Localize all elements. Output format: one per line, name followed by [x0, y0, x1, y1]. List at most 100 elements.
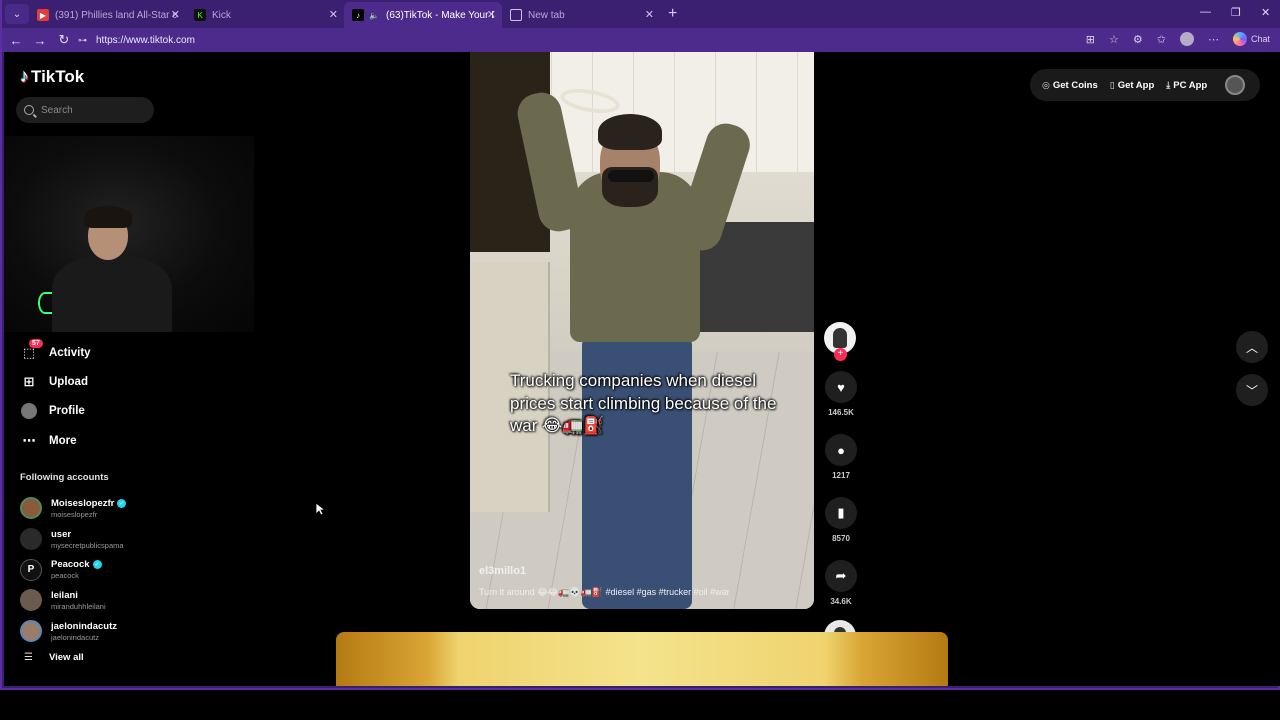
account-handle: mysecretpublicspama: [51, 540, 124, 550]
tiktok-note-icon: ♪: [20, 66, 29, 86]
close-icon[interactable]: ✕: [487, 8, 496, 21]
list-item[interactable]: user mysecretpublicspama: [20, 524, 126, 555]
like-count: 146.5K: [828, 408, 854, 417]
new-tab-button[interactable]: +: [668, 5, 677, 23]
youtube-icon: ▶: [37, 9, 49, 21]
video-description[interactable]: Turn it around 😂😂🚛💀🚛⛽ #diesel #gas #truc…: [479, 587, 730, 598]
list-item[interactable]: P Peacock ✓ peacock: [20, 554, 126, 585]
speaker-icon[interactable]: 🔈: [368, 9, 380, 21]
author-figure-icon: [833, 328, 847, 348]
refresh-icon[interactable]: ↻: [52, 32, 76, 48]
heart-icon[interactable]: ♥: [825, 371, 857, 403]
more-icon[interactable]: ⋯: [1208, 33, 1219, 46]
tiktok-page: ♪ TikTok Search ⬚ 57 Activity ⊞ Upload P…: [4, 52, 1280, 686]
comment-icon[interactable]: ●: [825, 434, 857, 466]
bookmark-icon[interactable]: ▮: [825, 497, 857, 529]
favorites-icon[interactable]: ✩: [1157, 33, 1166, 46]
url-field[interactable]: ⊶ https://www.tiktok.com: [78, 31, 1088, 49]
sidebar-item-upload[interactable]: ⊞ Upload: [20, 367, 91, 396]
like-action[interactable]: ♥ 146.5K: [824, 371, 858, 417]
get-coins-button[interactable]: ◎ Get Coins: [1042, 80, 1098, 91]
author-avatar[interactable]: +: [824, 322, 856, 361]
tab-title: New tab: [528, 9, 565, 21]
webcam-person-body: [52, 256, 172, 332]
avatar: [20, 528, 42, 551]
logo-text: TikTok: [31, 66, 85, 86]
webcam-overlay: [4, 136, 254, 332]
avatar[interactable]: [1225, 75, 1246, 95]
chevron-up-icon: ︿: [1245, 340, 1258, 355]
reader-icon[interactable]: ⊞: [1086, 33, 1095, 46]
view-all-button[interactable]: ☰ View all: [24, 652, 84, 663]
save-count: 8570: [832, 534, 850, 543]
list-item[interactable]: Moiseslopezfr ✓ moiseslopezfr: [20, 493, 127, 524]
notification-badge: 57: [29, 338, 43, 348]
account-handle: miranduhhleilani: [51, 601, 106, 611]
close-icon[interactable]: ✕: [171, 8, 180, 21]
account-name: user: [51, 528, 72, 540]
search-input[interactable]: Search: [16, 97, 154, 123]
back-icon[interactable]: ←: [4, 33, 28, 48]
favorite-star-icon[interactable]: ☆: [1109, 33, 1119, 46]
url-text: https://www.tiktok.com: [96, 34, 195, 46]
close-icon[interactable]: ✕: [645, 8, 654, 21]
close-icon[interactable]: ✕: [329, 8, 338, 21]
phone-icon: ▯: [1109, 79, 1115, 90]
save-action[interactable]: ▮ 8570: [824, 497, 858, 543]
newtab-icon: [510, 9, 522, 21]
tiktok-logo[interactable]: ♪ TikTok: [20, 66, 84, 87]
next-video-button[interactable]: ﹀: [1236, 374, 1268, 406]
list-icon: ☰: [24, 652, 33, 663]
tab-phillies[interactable]: ▶ (391) Phillies land All-Star closer / …: [29, 2, 186, 28]
close-window-icon[interactable]: ✕: [1261, 6, 1270, 19]
tab-new[interactable]: New tab ✕: [502, 2, 660, 28]
browser-window: ⌄ ▶ (391) Phillies land All-Star closer …: [0, 0, 1280, 690]
avatar: [20, 589, 42, 612]
forward-icon[interactable]: →: [28, 33, 52, 48]
verified-icon: ✓: [92, 560, 102, 570]
get-app-label: Get App: [1117, 79, 1155, 91]
list-item[interactable]: jaelonindacutz jaelonindacutz: [20, 616, 126, 647]
account-handle: jaelonindacutz: [51, 632, 99, 642]
get-coins-label: Get Coins: [1052, 79, 1098, 91]
list-item[interactable]: leilani miranduhhleilani: [20, 585, 126, 616]
comment-action[interactable]: ● 1217: [824, 434, 858, 480]
video-caption: Trucking companies when diesel prices st…: [510, 371, 777, 435]
previous-video-button[interactable]: ︿: [1236, 331, 1268, 363]
share-icon[interactable]: ➦: [825, 560, 857, 592]
tab-kick[interactable]: K Kick ✕: [186, 2, 344, 28]
sidebar-item-more[interactable]: ⋯ More: [20, 426, 91, 455]
pc-app-button[interactable]: ⤓ PC App: [1166, 80, 1207, 91]
sidebar-item-profile[interactable]: Profile: [20, 397, 91, 426]
profile-avatar[interactable]: [1179, 32, 1194, 46]
extensions-icon[interactable]: ⚙: [1133, 33, 1143, 46]
tab-actions-menu[interactable]: ⌄: [5, 4, 29, 24]
sidebar-item-label: Activity: [49, 346, 91, 359]
video-actions: + ♥ 146.5K ● 1217 ▮ 8570 ➦ 34.6K: [824, 322, 858, 652]
kick-icon: K: [194, 9, 206, 21]
site-info-icon[interactable]: ⊶: [78, 35, 88, 45]
tiktok-icon: ♪: [352, 9, 364, 21]
sidebar-item-activity[interactable]: ⬚ 57 Activity: [20, 338, 91, 367]
restore-icon[interactable]: ❐: [1231, 6, 1241, 19]
verified-icon: ✓: [117, 498, 127, 508]
avatar-icon: [20, 402, 38, 420]
peacock-logo-icon: P: [20, 558, 42, 581]
next-video-preview[interactable]: [336, 632, 948, 686]
minimize-icon[interactable]: —: [1200, 6, 1211, 18]
following-accounts-title: Following accounts: [20, 472, 109, 483]
video-author[interactable]: el3millo1: [479, 565, 526, 577]
tab-title: Kick: [212, 9, 231, 21]
video-player[interactable]: Trucking companies when diesel prices st…: [470, 52, 814, 609]
webcam-person-hair: [84, 206, 132, 228]
view-all-label: View all: [48, 652, 84, 663]
get-app-button[interactable]: ▯ Get App: [1110, 80, 1155, 91]
chevron-down-icon: ﹀: [1245, 383, 1258, 398]
share-action[interactable]: ➦ 34.6K: [824, 560, 858, 606]
tab-tiktok[interactable]: ♪ 🔈 (63)TikTok - Make Your Day ✕: [344, 2, 502, 28]
avatar: [20, 497, 42, 520]
copilot-chat-button[interactable]: Chat: [1232, 32, 1270, 46]
follow-plus-icon[interactable]: +: [834, 348, 847, 361]
toolbar-icons: ⊞ ☆ ⚙ ✩ ⋯ Chat: [1086, 32, 1270, 46]
following-accounts-list: Moiseslopezfr ✓ moiseslopezfr user mysecr…: [20, 493, 127, 647]
